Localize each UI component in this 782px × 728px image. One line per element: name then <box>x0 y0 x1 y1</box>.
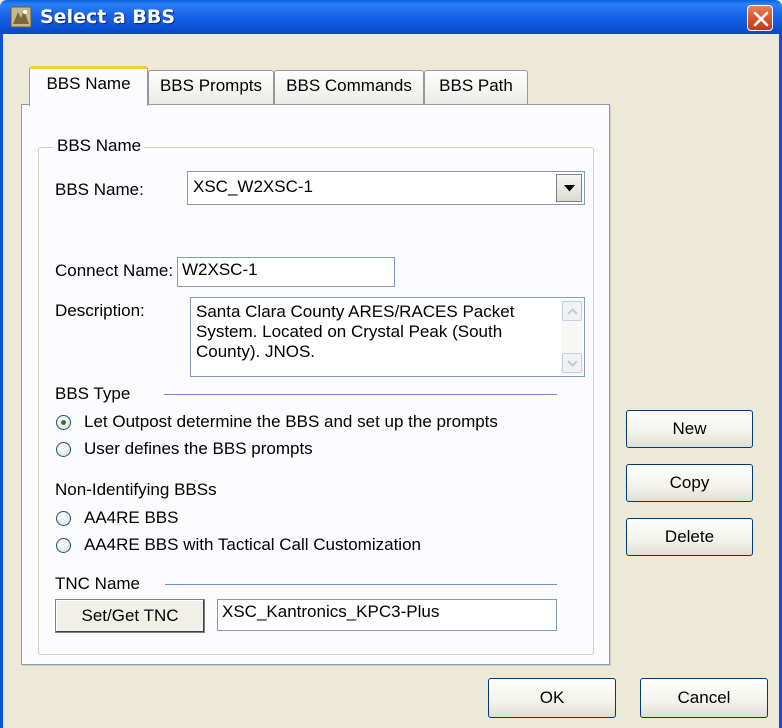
radio-aa4re-bbs-label[interactable]: AA4RE BBS <box>84 508 179 528</box>
tab-bbs-prompts[interactable]: BBS Prompts <box>148 70 274 104</box>
connect-name-label: Connect Name: <box>55 261 174 280</box>
description-label: Description: <box>55 301 145 320</box>
chevron-down-icon <box>564 185 575 192</box>
outpost-app-icon <box>10 6 32 28</box>
ok-button[interactable]: OK <box>488 678 616 718</box>
description-value: Santa Clara County ARES/RACES Packet Sys… <box>196 302 515 361</box>
tab-bbs-path[interactable]: BBS Path <box>424 70 528 104</box>
radio-let-outpost-determine-label[interactable]: Let Outpost determine the BBS and set up… <box>84 412 498 432</box>
delete-button[interactable]: Delete <box>626 518 753 556</box>
tab-bbs-commands[interactable]: BBS Commands <box>274 70 424 104</box>
radio-let-outpost-determine[interactable] <box>56 415 71 430</box>
delete-button-label: Delete <box>664 527 715 546</box>
bbs-name-dropdown[interactable]: XSC_W2XSC-1 <box>187 171 585 205</box>
window-frame-left <box>0 34 3 728</box>
cancel-button[interactable]: Cancel <box>640 678 768 718</box>
tab-label: BBS Prompts <box>159 76 263 95</box>
copy-button-label: Copy <box>669 473 710 492</box>
connect-name-value: W2XSC-1 <box>182 260 258 279</box>
title-bar[interactable]: Select a BBS <box>0 0 782 34</box>
scroll-down-button[interactable] <box>562 353 582 373</box>
bbs-name-label: BBS Name: <box>55 180 144 199</box>
cancel-button-label: Cancel <box>677 688 731 707</box>
tab-label: BBS Path <box>439 76 513 95</box>
set-get-tnc-button[interactable]: Set/Get TNC <box>55 599 205 633</box>
bbs-type-heading: BBS Type <box>55 384 131 403</box>
tnc-name-value: XSC_Kantronics_KPC3-Plus <box>222 602 440 621</box>
new-button[interactable]: New <box>626 410 753 448</box>
radio-aa4re-bbs[interactable] <box>56 511 71 526</box>
tnc-name-divider <box>165 584 557 585</box>
ok-button-label: OK <box>539 688 565 707</box>
tab-label: BBS Name <box>46 74 131 93</box>
close-button[interactable] <box>747 5 773 31</box>
tab-bbs-name[interactable]: BBS Name <box>29 66 148 106</box>
chevron-down-icon <box>567 360 578 367</box>
bbs-name-selected-value: XSC_W2XSC-1 <box>193 177 313 196</box>
radio-aa4re-tactical-label[interactable]: AA4RE BBS with Tactical Call Customizati… <box>84 535 421 555</box>
bbs-type-divider <box>164 394 557 395</box>
description-textarea[interactable]: Santa Clara County ARES/RACES Packet Sys… <box>190 297 585 377</box>
copy-button[interactable]: Copy <box>626 464 753 502</box>
dropdown-button[interactable] <box>556 174 582 202</box>
description-scrollbar[interactable] <box>561 299 583 375</box>
tab-label: BBS Commands <box>286 76 412 95</box>
radio-user-defines-prompts[interactable] <box>56 442 71 457</box>
new-button-label: New <box>672 419 707 438</box>
tnc-name-input[interactable]: XSC_Kantronics_KPC3-Plus <box>217 599 557 631</box>
chevron-up-icon <box>567 308 578 315</box>
non-identifying-heading: Non-Identifying BBSs <box>55 480 217 499</box>
set-get-tnc-label: Set/Get TNC <box>81 606 179 625</box>
select-bbs-dialog: Select a BBS BBS Name BBS Prompts BBS Co… <box>0 0 782 728</box>
tnc-name-heading: TNC Name <box>55 574 141 593</box>
groupbox-legend: BBS Name <box>54 136 145 156</box>
close-icon <box>753 11 769 27</box>
radio-aa4re-tactical[interactable] <box>56 538 71 553</box>
window-title: Select a BBS <box>40 6 176 28</box>
connect-name-input[interactable]: W2XSC-1 <box>177 257 395 287</box>
scroll-up-button[interactable] <box>562 301 582 321</box>
radio-user-defines-prompts-label[interactable]: User defines the BBS prompts <box>84 439 313 459</box>
